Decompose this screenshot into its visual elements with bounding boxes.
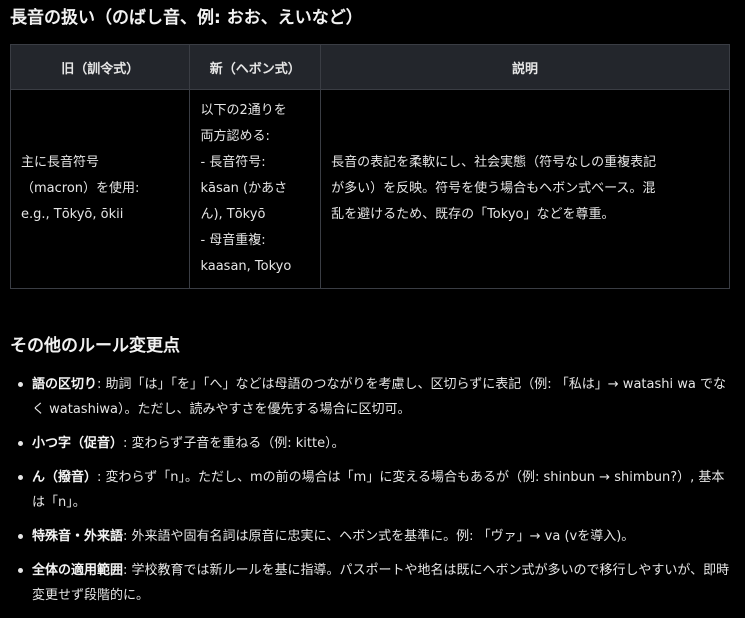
cell-line: kaasan, Tokyo [200,259,292,274]
cell-line: 両方認める: [200,129,270,144]
cell-line: 主に長音符号 [21,155,100,170]
list-item: 特殊音・外来語: 外来語や固有名詞は原音に忠実に、ヘボン式を基準に。例: 「ヴァ… [10,524,732,549]
list-item: 小つ字（促音）: 変わらず子音を重ねる（例: kitte）。 [10,431,732,456]
cell-old-system: 主に長音符号 （macron）を使用: e.g., Tōkyō, ōkii [9,89,191,289]
bullet-icon [18,475,23,480]
cell-line: 乱を避けるため、既存の「Tokyo」などを尊重。 [331,207,615,222]
list-item-text: : 変わらず「n」。ただし、mの前の場合は「m」に変える場合もあるが（例: sh… [32,470,725,510]
cell-description: 長音の表記を柔軟にし、社会実態（符号なしの重複表記 が多い）を反映。符号を使う場… [320,89,730,289]
cell-line: - 長音符号: [200,155,266,170]
cell-line: - 母音重複: [200,233,266,248]
column-header-old: 旧（訓令式） [9,44,191,90]
table-row: 主に長音符号 （macron）を使用: e.g., Tōkyō, ōkii 以下… [9,89,730,289]
list-item-text: : 外来語や固有名詞は原音に忠実に、ヘボン式を基準に。例: 「ヴァ」→ va (… [123,529,635,544]
cell-new-system: 以下の2通りを 両方認める: - 長音符号: kāsan (かあさ ん), Tō… [189,89,322,289]
list-item-term: 特殊音・外来語 [32,529,124,544]
comparison-table: 旧（訓令式） 新（ヘボン式） 説明 主に長音符号 （macron）を使用: e.… [9,44,730,289]
column-header-new: 新（ヘボン式） [189,44,322,90]
list-item: 語の区切り: 助詞「は」「を」「へ」などは母語のつながりを考慮し、区切らずに表記… [10,372,732,422]
table-header-row: 旧（訓令式） 新（ヘボン式） 説明 [9,44,730,90]
column-header-description: 説明 [320,44,730,90]
cell-line: が多い）を反映。符号を使う場合もヘボン式ベース。混 [331,181,656,196]
bullet-icon [18,382,23,387]
list-item-text: : 助詞「は」「を」「へ」などは母語のつながりを考慮し、区切らずに表記（例: 「… [32,377,726,417]
list-item: 全体の適用範囲: 学校教育では新ルールを基に指導。パスポートや地名は既にヘボン式… [10,558,732,608]
list-item-text: : 学校教育では新ルールを基に指導。パスポートや地名は既にヘボン式が多いので移行… [32,563,730,603]
list-item-term: 小つ字（促音） [32,436,124,451]
cell-line: e.g., Tōkyō, ōkii [21,207,124,222]
cell-line: （macron）を使用: [21,181,140,196]
bullet-icon [18,441,23,446]
list-item-term: ん（撥音） [32,470,98,485]
cell-line: 長音の表記を柔軟にし、社会実態（符号なしの重複表記 [331,155,657,170]
bullet-icon [18,534,23,539]
cell-line: ん), Tōkyō [200,207,266,222]
bullet-icon [18,568,23,573]
list-item-text: : 変わらず子音を重ねる（例: kitte）。 [123,436,345,451]
section-heading-other-rules: その他のルール変更点 [10,336,180,356]
list-item-term: 全体の適用範囲 [32,563,124,578]
cell-line: kāsan (かあさ [200,181,288,196]
list-item-term: 語の区切り [32,377,98,392]
rules-list: 語の区切り: 助詞「は」「を」「へ」などは母語のつながりを考慮し、区切らずに表記… [10,372,732,617]
cell-line: 以下の2通りを [200,103,287,118]
section-heading-long-vowels: 長音の扱い（のばし音、例: おお、えいなど） [10,8,363,28]
list-item: ん（撥音）: 変わらず「n」。ただし、mの前の場合は「m」に変える場合もあるが（… [10,465,732,515]
